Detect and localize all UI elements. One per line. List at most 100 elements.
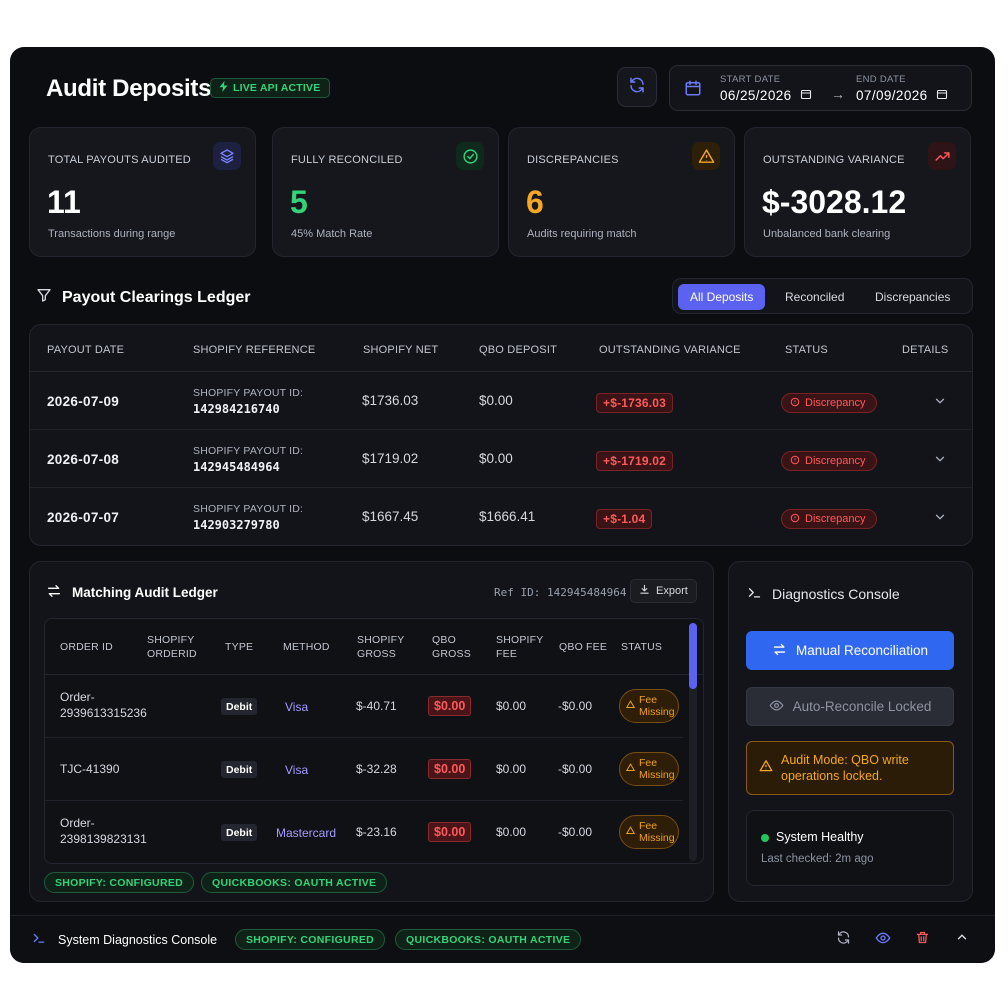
chevron-down-icon[interactable]	[933, 510, 947, 529]
matching-audit-panel: Matching Audit Ledger Ref ID: 1429454849…	[29, 561, 714, 902]
table-header: ORDER ID SHOPIFY ORDERID TYPE METHOD SHOP…	[45, 619, 703, 675]
export-button[interactable]: Export	[630, 579, 697, 603]
payout-date: 2026-07-07	[47, 510, 120, 525]
export-label: Export	[656, 585, 688, 597]
column-header: DETAILS	[902, 344, 949, 356]
calendar-small-icon	[800, 88, 812, 103]
layers-icon	[213, 142, 241, 170]
table-row[interactable]: 2026-07-09 SHOPIFY PAYOUT ID: 1429842167…	[30, 372, 972, 430]
terminal-icon	[32, 931, 46, 948]
start-date-input[interactable]: 06/25/2026	[720, 88, 812, 103]
manual-reconciliation-button[interactable]: Manual Reconciliation	[746, 631, 954, 670]
tab-all-deposits[interactable]: All Deposits	[678, 284, 766, 310]
end-date-label: END DATE	[856, 74, 906, 85]
warning-icon	[625, 700, 636, 712]
shopify-ref-label: SHOPIFY PAYOUT ID:	[193, 503, 304, 515]
quickbooks-oauth-pill: QUICKBOOKS: OAUTH ACTIVE	[395, 929, 582, 950]
check-circle-icon	[456, 142, 484, 170]
column-header: QBO GROSS	[432, 634, 471, 660]
refresh-icon	[628, 76, 646, 99]
column-header: QBO FEE	[559, 641, 608, 653]
column-header: SHOPIFY GROSS	[357, 634, 405, 660]
bottom-status-bar: System Diagnostics Console SHOPIFY: CONF…	[10, 915, 995, 963]
refresh-button[interactable]	[617, 67, 657, 107]
variance-badge: +$-1736.03	[596, 393, 674, 413]
shopify-net: $1736.03	[362, 393, 419, 408]
eye-icon[interactable]	[874, 930, 892, 951]
stat-label: FULLY RECONCILED	[291, 154, 403, 166]
shopify-configured-pill: SHOPIFY: CONFIGURED	[235, 929, 386, 950]
calendar-small-icon	[936, 88, 948, 103]
bottom-bar-title-text: System Diagnostics Console	[58, 932, 218, 947]
ledger-title: Payout Clearings Ledger	[36, 287, 251, 308]
shopify-fee: $0.00	[496, 699, 527, 713]
auto-reconcile-locked-label: Auto-Reconcile Locked	[792, 699, 932, 714]
chevron-down-icon[interactable]	[933, 452, 947, 471]
chevron-up-icon[interactable]	[955, 930, 969, 949]
table-row[interactable]: Order- 2398139823131 Debit Mastercard $-2…	[45, 801, 683, 863]
matching-audit-title-text: Matching Audit Ledger	[72, 585, 218, 600]
start-date-value: 06/25/2026	[720, 88, 792, 103]
status-dot-icon	[761, 834, 769, 842]
shopify-gross: $-32.28	[356, 762, 397, 776]
column-header: SHOPIFY REFERENCE	[193, 344, 316, 356]
auto-reconcile-locked-button[interactable]: Auto-Reconcile Locked	[746, 687, 954, 726]
payout-date: 2026-07-09	[47, 394, 120, 409]
stat-card-total-payouts: TOTAL PAYOUTS AUDITED 11 Transactions du…	[29, 127, 256, 257]
status-badge: Discrepancy	[781, 393, 877, 413]
diagnostics-title: Diagnostics Console	[747, 585, 900, 603]
shopify-configured-pill: SHOPIFY: CONFIGURED	[44, 872, 195, 893]
audit-mode-warning-text: Audit Mode: QBO write operations locked.	[781, 753, 909, 783]
table-row[interactable]: TJC-41390 Debit Visa $-32.28 $0.00 $0.00…	[45, 738, 683, 801]
fee-missing-text: Fee Missing	[639, 694, 675, 718]
stat-subtext: Transactions during range	[48, 228, 176, 240]
table-row[interactable]: 2026-07-07 SHOPIFY PAYOUT ID: 1429032797…	[30, 488, 972, 545]
swap-arrows-icon	[46, 583, 62, 602]
vertical-scrollbar[interactable]	[689, 623, 697, 861]
tab-reconciled[interactable]: Reconciled	[773, 284, 856, 310]
fee-missing-text: Fee Missing	[639, 820, 675, 844]
column-header: TYPE	[225, 641, 254, 653]
date-range-picker: START DATE 06/25/2026 → END DATE 07/09/2…	[669, 65, 972, 111]
system-health-box: System Healthy Last checked: 2m ago	[746, 810, 954, 886]
diagnostics-panel: Diagnostics Console Manual Reconciliatio…	[728, 561, 973, 902]
chevron-down-icon[interactable]	[933, 394, 947, 413]
manual-reconciliation-label: Manual Reconciliation	[795, 643, 929, 658]
fee-missing-badge: Fee Missing	[619, 689, 679, 723]
qbo-fee: -$0.00	[558, 762, 593, 776]
stat-subtext: Audits requiring match	[527, 228, 637, 240]
status-text: Discrepancy	[805, 397, 866, 409]
stat-value: 11	[47, 184, 81, 220]
ledger-title-text: Payout Clearings Ledger	[62, 288, 251, 306]
type-badge: Debit	[221, 824, 258, 841]
stat-label: TOTAL PAYOUTS AUDITED	[48, 154, 191, 166]
column-header: SHOPIFY FEE	[496, 634, 544, 660]
live-api-label: LIVE API ACTIVE	[233, 82, 321, 94]
stat-label: DISCREPANCIES	[527, 154, 619, 166]
live-api-badge: LIVE API ACTIVE	[210, 78, 331, 98]
bottom-bar-title[interactable]: System Diagnostics Console	[32, 931, 217, 948]
bolt-icon	[219, 81, 228, 95]
alert-circle-icon	[790, 397, 800, 410]
app-window: Audit Deposits LIVE API ACTIVE START DAT…	[10, 47, 995, 963]
tab-discrepancies[interactable]: Discrepancies	[863, 284, 962, 310]
variance-badge: +$-1719.02	[596, 451, 674, 471]
warning-icon	[759, 759, 773, 777]
type-badge: Debit	[221, 761, 258, 778]
qbo-deposit: $0.00	[479, 393, 513, 408]
download-icon	[639, 584, 650, 598]
column-header: OUTSTANDING VARIANCE	[599, 344, 741, 356]
trash-icon[interactable]	[915, 930, 930, 950]
refresh-icon[interactable]	[836, 930, 851, 950]
scrollbar-thumb[interactable]	[689, 623, 697, 689]
filter-tabs: All Deposits Reconciled Discrepancies	[672, 278, 973, 314]
end-date-input[interactable]: 07/09/2026	[856, 88, 948, 103]
table-row[interactable]: Order- 2939613315236 Debit Visa $-40.71 $…	[45, 675, 683, 738]
order-id: TJC-41390	[60, 762, 120, 776]
payment-method: Visa	[285, 700, 309, 714]
column-header: METHOD	[283, 641, 330, 653]
diagnostics-title-text: Diagnostics Console	[772, 586, 900, 602]
table-row[interactable]: 2026-07-08 SHOPIFY PAYOUT ID: 1429454849…	[30, 430, 972, 488]
shopify-net: $1667.45	[362, 509, 419, 524]
qbo-deposit: $0.00	[479, 451, 513, 466]
